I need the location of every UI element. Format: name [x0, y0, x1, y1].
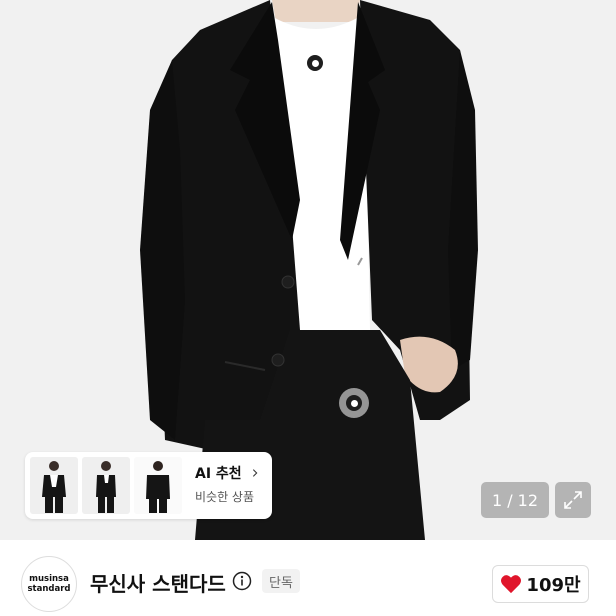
brand-logo-line2: standard [27, 584, 71, 594]
ai-recommend-subtitle: 비슷한 상품 [195, 490, 255, 504]
ai-recommend-title: AI 추천 [195, 466, 242, 482]
info-icon[interactable] [232, 571, 252, 591]
suit-side-thumbnail[interactable] [82, 457, 130, 514]
hotspot-waist[interactable] [339, 388, 369, 418]
suit-back-thumbnail[interactable] [134, 457, 182, 514]
brand-name[interactable]: 무신사 스탠다드 [90, 568, 226, 597]
brand-logo-line1: musinsa [29, 574, 69, 584]
hotspot-dot-icon [346, 395, 362, 411]
chevron-right-icon [252, 469, 258, 477]
product-page: AI 추천 비슷한 상품 1 / 12 musinsa standard 무신사… [0, 0, 616, 616]
exclusive-badge: 단독 [262, 569, 300, 593]
suit-front-thumbnail[interactable] [30, 457, 78, 514]
image-counter: 1 / 12 [481, 482, 549, 518]
like-count: 109만 [526, 575, 581, 596]
like-button[interactable]: 109만 [492, 565, 589, 603]
heart-icon [501, 575, 522, 594]
hotspot-chest[interactable] [300, 48, 330, 78]
ai-recommend-card[interactable]: AI 추천 비슷한 상품 [25, 452, 272, 519]
brand-logo[interactable]: musinsa standard [21, 556, 77, 612]
expand-icon [564, 491, 582, 509]
hotspot-dot-icon [307, 55, 323, 71]
fullscreen-button[interactable] [555, 482, 591, 518]
